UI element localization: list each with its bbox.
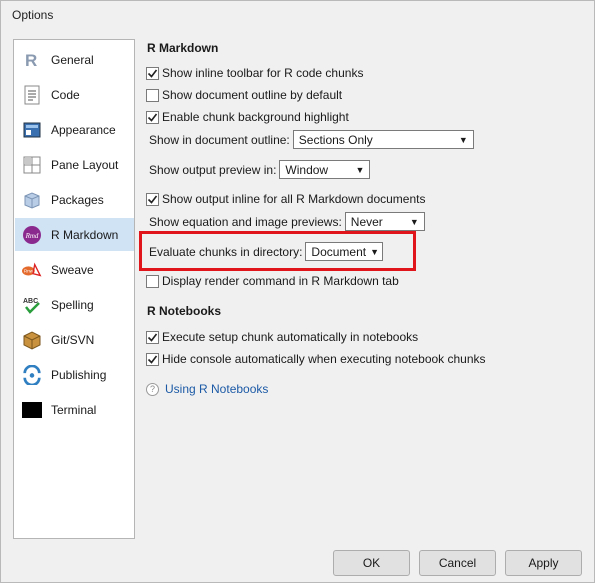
- highlight-annotation: [139, 231, 416, 271]
- show-outline-default-label: Show document outline by default: [162, 88, 343, 102]
- show-output-inline-checkbox[interactable]: [146, 192, 159, 206]
- enable-chunk-highlight-option[interactable]: Enable chunk background highlight: [146, 110, 349, 124]
- help-icon: ?: [146, 382, 159, 396]
- sidebar-item-label: Appearance: [51, 122, 116, 137]
- pane-layout-icon: [22, 155, 42, 175]
- sidebar-item-spelling[interactable]: ABC Spelling: [15, 288, 134, 321]
- svg-text:R: R: [25, 51, 37, 70]
- show-inline-toolbar-label: Show inline toolbar for R code chunks: [162, 66, 364, 80]
- section-title-r-markdown: R Markdown: [147, 41, 219, 55]
- sidebar-item-packages[interactable]: Packages: [15, 183, 134, 216]
- sidebar: R General Code Appearance Pane Layout Pa…: [13, 39, 135, 539]
- sidebar-item-label: Pane Layout: [51, 157, 119, 172]
- chevron-down-icon: ▼: [409, 216, 419, 227]
- show-output-inline-label: Show output inline for all R Markdown do…: [162, 192, 426, 206]
- sidebar-item-label: Code: [51, 87, 80, 102]
- display-render-option[interactable]: Display render command in R Markdown tab: [146, 274, 399, 288]
- svg-text:Rmd: Rmd: [25, 232, 39, 240]
- spelling-abc-icon: ABC: [22, 295, 42, 315]
- cancel-button[interactable]: Cancel: [419, 550, 496, 576]
- hide-console-checkbox[interactable]: [146, 352, 159, 366]
- sidebar-item-sweave[interactable]: Rnw Sweave: [15, 253, 134, 286]
- publishing-icon: [22, 364, 42, 385]
- show-outline-default-option[interactable]: Show document outline by default: [146, 88, 342, 102]
- sidebar-item-label: Packages: [51, 192, 104, 207]
- sidebar-item-terminal[interactable]: Terminal: [15, 393, 134, 426]
- svg-text:ABC: ABC: [23, 298, 38, 305]
- git-box-icon: [22, 330, 42, 350]
- sidebar-item-general[interactable]: R General: [15, 43, 134, 76]
- r-logo-icon: R: [22, 50, 42, 70]
- equation-previews-label: Show equation and image previews:: [149, 214, 342, 229]
- show-inline-toolbar-checkbox[interactable]: [146, 66, 159, 80]
- sidebar-item-label: Publishing: [51, 367, 107, 382]
- code-document-icon: [22, 85, 42, 105]
- sidebar-item-pane-layout[interactable]: Pane Layout: [15, 148, 134, 181]
- sidebar-item-git-svn[interactable]: Git/SVN: [15, 323, 134, 356]
- section-title-r-notebooks: R Notebooks: [147, 304, 222, 318]
- help-link-row[interactable]: ? Using R Notebooks: [146, 382, 268, 396]
- show-in-outline-value: Sections Only: [298, 132, 373, 147]
- options-dialog: Options R General Code Appearance Pane L: [0, 0, 595, 583]
- show-in-outline-select[interactable]: Sections Only ▼: [292, 130, 474, 149]
- r-markdown-panel: R Markdown Show inline toolbar for R cod…: [146, 39, 586, 539]
- sidebar-item-label: R Markdown: [51, 227, 119, 242]
- show-in-outline-label: Show in document outline:: [149, 132, 290, 147]
- sidebar-item-label: Terminal: [51, 402, 97, 417]
- show-outline-default-checkbox[interactable]: [146, 88, 159, 102]
- terminal-icon: [22, 400, 42, 420]
- display-render-label: Display render command in R Markdown tab: [162, 274, 399, 288]
- window-title: Options: [12, 8, 54, 22]
- execute-setup-option[interactable]: Execute setup chunk automatically in not…: [146, 330, 418, 344]
- appearance-icon: [22, 120, 42, 140]
- sidebar-item-appearance[interactable]: Appearance: [15, 113, 134, 146]
- equation-previews-row: Show equation and image previews: Never …: [149, 212, 425, 231]
- enable-chunk-highlight-label: Enable chunk background highlight: [162, 110, 349, 124]
- sidebar-item-publishing[interactable]: Publishing: [15, 358, 134, 391]
- hide-console-option[interactable]: Hide console automatically when executin…: [146, 352, 486, 366]
- sidebar-item-label: Spelling: [51, 297, 94, 312]
- svg-text:Rnw: Rnw: [24, 268, 34, 273]
- rmd-icon: Rmd: [22, 225, 42, 245]
- show-inline-toolbar-option[interactable]: Show inline toolbar for R code chunks: [146, 66, 363, 80]
- show-in-outline-row: Show in document outline: Sections Only …: [149, 130, 474, 149]
- sweave-pdf-icon: Rnw: [22, 260, 42, 280]
- output-preview-row: Show output preview in: Window ▼: [149, 160, 371, 179]
- hide-console-label: Hide console automatically when executin…: [162, 352, 486, 366]
- sidebar-item-label: Git/SVN: [51, 332, 95, 347]
- apply-button[interactable]: Apply: [505, 550, 582, 576]
- ok-button[interactable]: OK: [333, 550, 410, 576]
- chevron-down-icon: ▼: [355, 164, 365, 175]
- show-output-inline-option[interactable]: Show output inline for all R Markdown do…: [146, 192, 425, 206]
- sidebar-item-label: General: [51, 52, 94, 67]
- title-bar: Options: [1, 1, 594, 29]
- execute-setup-checkbox[interactable]: [146, 330, 159, 344]
- packages-icon: [22, 190, 42, 210]
- enable-chunk-highlight-checkbox[interactable]: [146, 110, 159, 124]
- using-r-notebooks-link[interactable]: Using R Notebooks: [165, 382, 268, 396]
- output-preview-value: Window: [285, 162, 329, 177]
- chevron-down-icon: ▼: [458, 134, 468, 145]
- output-preview-select[interactable]: Window ▼: [279, 160, 371, 179]
- display-render-checkbox[interactable]: [146, 274, 159, 288]
- output-preview-label: Show output preview in:: [149, 162, 277, 177]
- sidebar-item-r-markdown[interactable]: Rmd R Markdown: [15, 218, 134, 251]
- sidebar-item-label: Sweave: [51, 262, 94, 277]
- equation-previews-select[interactable]: Never ▼: [344, 212, 425, 231]
- equation-previews-value: Never: [350, 214, 383, 229]
- execute-setup-label: Execute setup chunk automatically in not…: [162, 330, 419, 344]
- sidebar-item-code[interactable]: Code: [15, 78, 134, 111]
